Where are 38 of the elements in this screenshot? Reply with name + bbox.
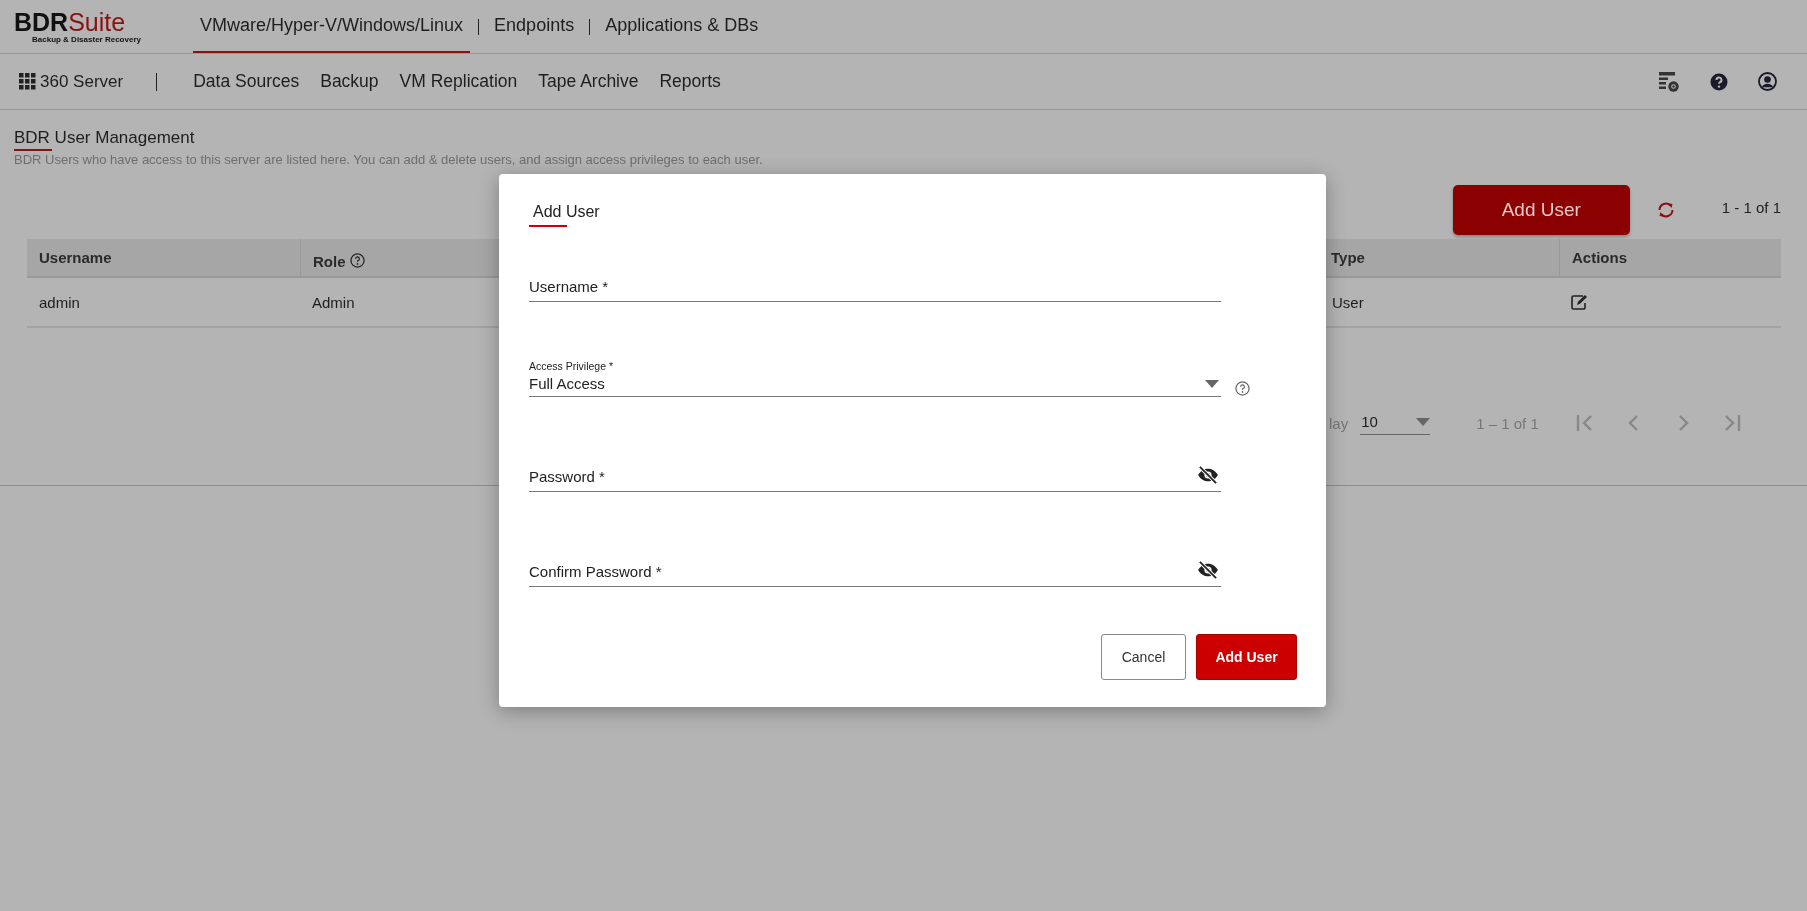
password-field[interactable]: Confirm Password * — [529, 557, 1221, 587]
table-cell: admin — [27, 278, 300, 328]
items-per-page-select[interactable]: 10 — [1360, 411, 1431, 435]
caret-icon[interactable] — [1205, 379, 1219, 388]
grid-icon — [19, 73, 36, 90]
cancel-button[interactable]: Cancel — [1101, 634, 1186, 680]
nav-menu-item[interactable]: Data Sources — [193, 71, 300, 92]
column-header: Actions — [1559, 239, 1781, 278]
server-menu[interactable]: 360 Server — [19, 71, 124, 92]
edit-icon[interactable] — [1571, 294, 1588, 310]
product-tab[interactable]: VMware/Hyper-V/Windows/Linux — [193, 0, 471, 53]
items-per-page-label: lay — [1329, 414, 1349, 432]
nav-menu-item[interactable]: VM Replication — [399, 71, 518, 92]
nav-menu-item[interactable]: Backup — [320, 71, 379, 92]
logo-tagline: Backup & Disaster Recovery — [32, 34, 141, 44]
product-tab[interactable]: Endpoints — [487, 0, 582, 53]
page-range: 1 – 1 of 1 — [1476, 414, 1539, 432]
hide-password-icon[interactable] — [1197, 466, 1219, 484]
add-user-button[interactable]: Add User — [1196, 634, 1297, 680]
nav-menu-item[interactable]: Reports — [659, 71, 721, 92]
access-privilege-select[interactable]: Access Privilege * Full Access — [529, 360, 1221, 397]
page-description: BDR Users who have access to this server are listed here. You can add & delete users, and assign access privileges to each user. — [14, 152, 764, 167]
record-count: 1 - 1 of 1 — [1721, 198, 1781, 216]
add-user-button[interactable]: Add User — [1452, 185, 1630, 235]
product-tab[interactable]: Applications & DBs — [598, 0, 766, 53]
user-account-icon[interactable] — [1758, 72, 1777, 91]
caret-icon[interactable] — [1416, 417, 1431, 426]
logo: BDRSuite — [14, 9, 126, 35]
hide-password-icon[interactable] — [1197, 561, 1219, 579]
username-field[interactable]: Username * — [529, 272, 1221, 302]
server-settings-icon[interactable] — [1658, 70, 1680, 93]
nav-menu-item[interactable]: Tape Archive — [538, 71, 639, 92]
column-header: Username — [27, 239, 300, 278]
dialog-title: Add User — [529, 203, 602, 227]
help-icon[interactable] — [1710, 72, 1728, 91]
help-icon[interactable] — [349, 253, 365, 268]
help-icon[interactable] — [1235, 381, 1250, 396]
page-title: BDR User Management — [14, 128, 195, 151]
